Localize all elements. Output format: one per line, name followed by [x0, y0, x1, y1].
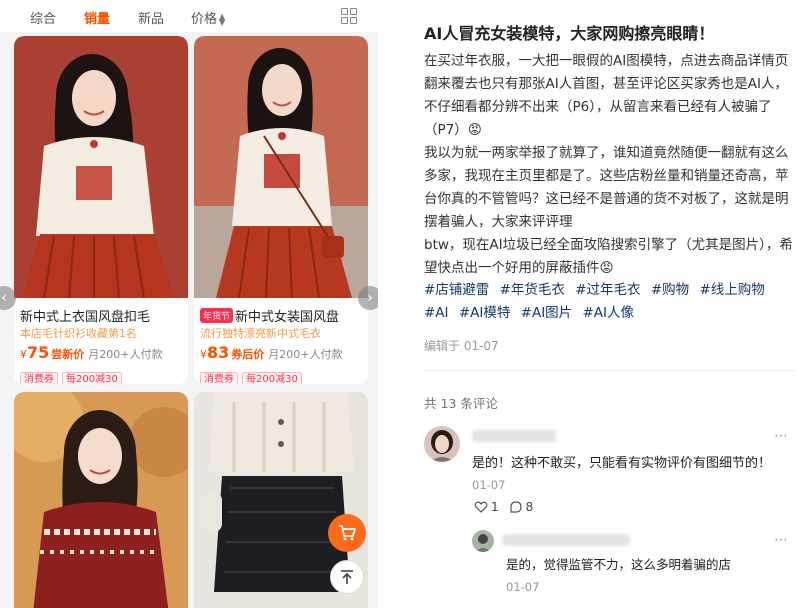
username-redacted	[472, 430, 556, 442]
hashtag-link[interactable]: #线上购物	[699, 282, 764, 298]
cart-icon	[339, 525, 356, 541]
like-button[interactable]: 1	[474, 500, 499, 514]
price-note: 尝新价	[51, 348, 85, 361]
product-card[interactable]	[14, 392, 188, 608]
more-icon[interactable]: ⋯	[774, 532, 789, 548]
product-image	[194, 36, 368, 298]
price-currency: ¥	[20, 348, 27, 361]
filter-tab-comprehensive[interactable]: 综合	[30, 8, 56, 27]
post-paragraph: btw，现在AI垃圾已经全面攻陷搜索引擎了（尤其是图片），希望快点出一个好用的屏…	[424, 237, 793, 276]
more-icon[interactable]: ⋯	[774, 428, 789, 444]
sold-count: 月200+人付款	[268, 348, 343, 361]
shopping-panel: 综合 销量 新品 价格 ▲ ▼ 新中式上衣国风盘扣毛 本店毛针织衫收藏第1名 ¥…	[0, 0, 378, 608]
hashtag-link[interactable]: #AI人像	[582, 305, 634, 321]
coupon-badge: 消费券	[20, 372, 58, 384]
divider	[424, 370, 796, 371]
filter-tab-price[interactable]: 价格 ▲ ▼	[191, 8, 225, 27]
like-count: 1	[491, 500, 499, 514]
hashtag-link[interactable]: #店铺避雷	[424, 282, 489, 298]
filter-bar: 综合 销量 新品 价格 ▲ ▼	[0, 0, 378, 32]
username-redacted	[502, 534, 630, 546]
product-title[interactable]: 年货节 新中式女装国风盘	[200, 306, 368, 325]
product-image	[14, 36, 188, 298]
sold-count: 月200+人付款	[88, 348, 163, 361]
comment-text: 是的！这种不敢买，只能看有实物评价有图细节的！	[472, 456, 772, 471]
price-note: 券后价	[231, 348, 265, 361]
price-row: ¥83 券后价 月200+人付款	[200, 343, 342, 362]
product-title-text: 新中式女装国风盘	[235, 310, 340, 325]
product-title[interactable]: 新中式上衣国风盘扣毛	[20, 306, 188, 325]
reply-text: 是的，觉得监管不力，这么多明着骗的店	[506, 557, 732, 572]
product-subtitle: 本店毛针织衫收藏第1名	[20, 327, 137, 340]
hashtag-link[interactable]: #AI	[424, 305, 449, 321]
hashtag-link[interactable]: #AI模特	[459, 305, 511, 321]
sort-arrows-icon: ▲ ▼	[219, 11, 226, 27]
hashtag-link[interactable]: #AI图片	[521, 305, 573, 321]
post-title: AI人冒充女装模特，大家网购擦亮眼睛！	[424, 24, 715, 43]
promo-badge: 年货节	[200, 308, 234, 323]
product-subtitle: 流行独特漂亮新中式毛衣	[200, 327, 321, 340]
comment-icon	[510, 501, 522, 513]
coupon-badge: 每200减30	[242, 372, 302, 384]
coupon-badge: 每200减30	[62, 372, 122, 384]
post-body: 在买过年衣服，一大把一眼假的AI图模特，点进去商品详情页翻来覆去也只有那张AI人…	[424, 50, 796, 280]
comment-actions: 1 8	[474, 500, 533, 514]
hashtag-link[interactable]: #购物	[651, 282, 689, 298]
post-paragraph: 我以为就一两家举报了就算了，谁知道竟然随便一翻就有这么多家，我现在主页里都是了。…	[424, 145, 789, 230]
chevron-right-icon[interactable]: ›	[358, 286, 378, 310]
cart-button[interactable]	[328, 514, 366, 552]
price-row: ¥75 尝新价 月200+人付款	[20, 343, 162, 362]
avatar[interactable]	[472, 530, 494, 552]
coupon-badge: 消费券	[200, 372, 238, 384]
coupon-row: 消费券 每200减30	[20, 367, 126, 384]
price-currency: ¥	[200, 348, 207, 361]
back-to-top-icon	[341, 570, 353, 584]
filter-tab-sales[interactable]: 销量	[84, 8, 110, 27]
reply-count: 8	[525, 500, 534, 514]
avatar[interactable]	[424, 426, 460, 462]
comment-time: 01-07	[472, 478, 506, 492]
edit-timestamp: 编辑于 01-07	[424, 339, 499, 353]
reply-button[interactable]: 8	[509, 500, 534, 514]
reply-time: 01-07	[506, 580, 540, 594]
grid-view-icon[interactable]	[341, 8, 357, 24]
product-image	[14, 392, 188, 608]
product-card[interactable]: 新中式上衣国风盘扣毛 本店毛针织衫收藏第1名 ¥75 尝新价 月200+人付款 消费…	[14, 36, 188, 384]
price-value: 83	[207, 343, 230, 362]
hashtag-list: #店铺避雷 #年货毛衣 #过年毛衣 #购物 #线上购物 #AI #AI模特 #A…	[424, 279, 796, 325]
product-card[interactable]: 年货节 新中式女装国风盘 流行独特漂亮新中式毛衣 ¥83 券后价 月200+人付款 消…	[194, 36, 368, 384]
product-title-text: 新中式上衣国风盘扣毛	[20, 310, 151, 325]
heart-icon	[474, 501, 488, 513]
price-value: 75	[27, 343, 50, 362]
comment-count: 共 13 条评论	[424, 396, 498, 411]
filter-tab-price-label: 价格	[191, 12, 218, 27]
post-paragraph: 在买过年衣服，一大把一眼假的AI图模特，点进去商品详情页翻来覆去也只有那张AI人…	[424, 53, 789, 138]
hashtag-link[interactable]: #年货毛衣	[500, 282, 565, 298]
filter-tab-new[interactable]: 新品	[138, 8, 164, 27]
post-panel: AI人冒充女装模特，大家网购擦亮眼睛！ 在买过年衣服，一大把一眼假的AI图模特，…	[406, 0, 800, 608]
hashtag-link[interactable]: #过年毛衣	[575, 282, 640, 298]
back-to-top-button[interactable]	[330, 560, 364, 594]
coupon-row: 消费券 每200减30	[200, 367, 306, 384]
